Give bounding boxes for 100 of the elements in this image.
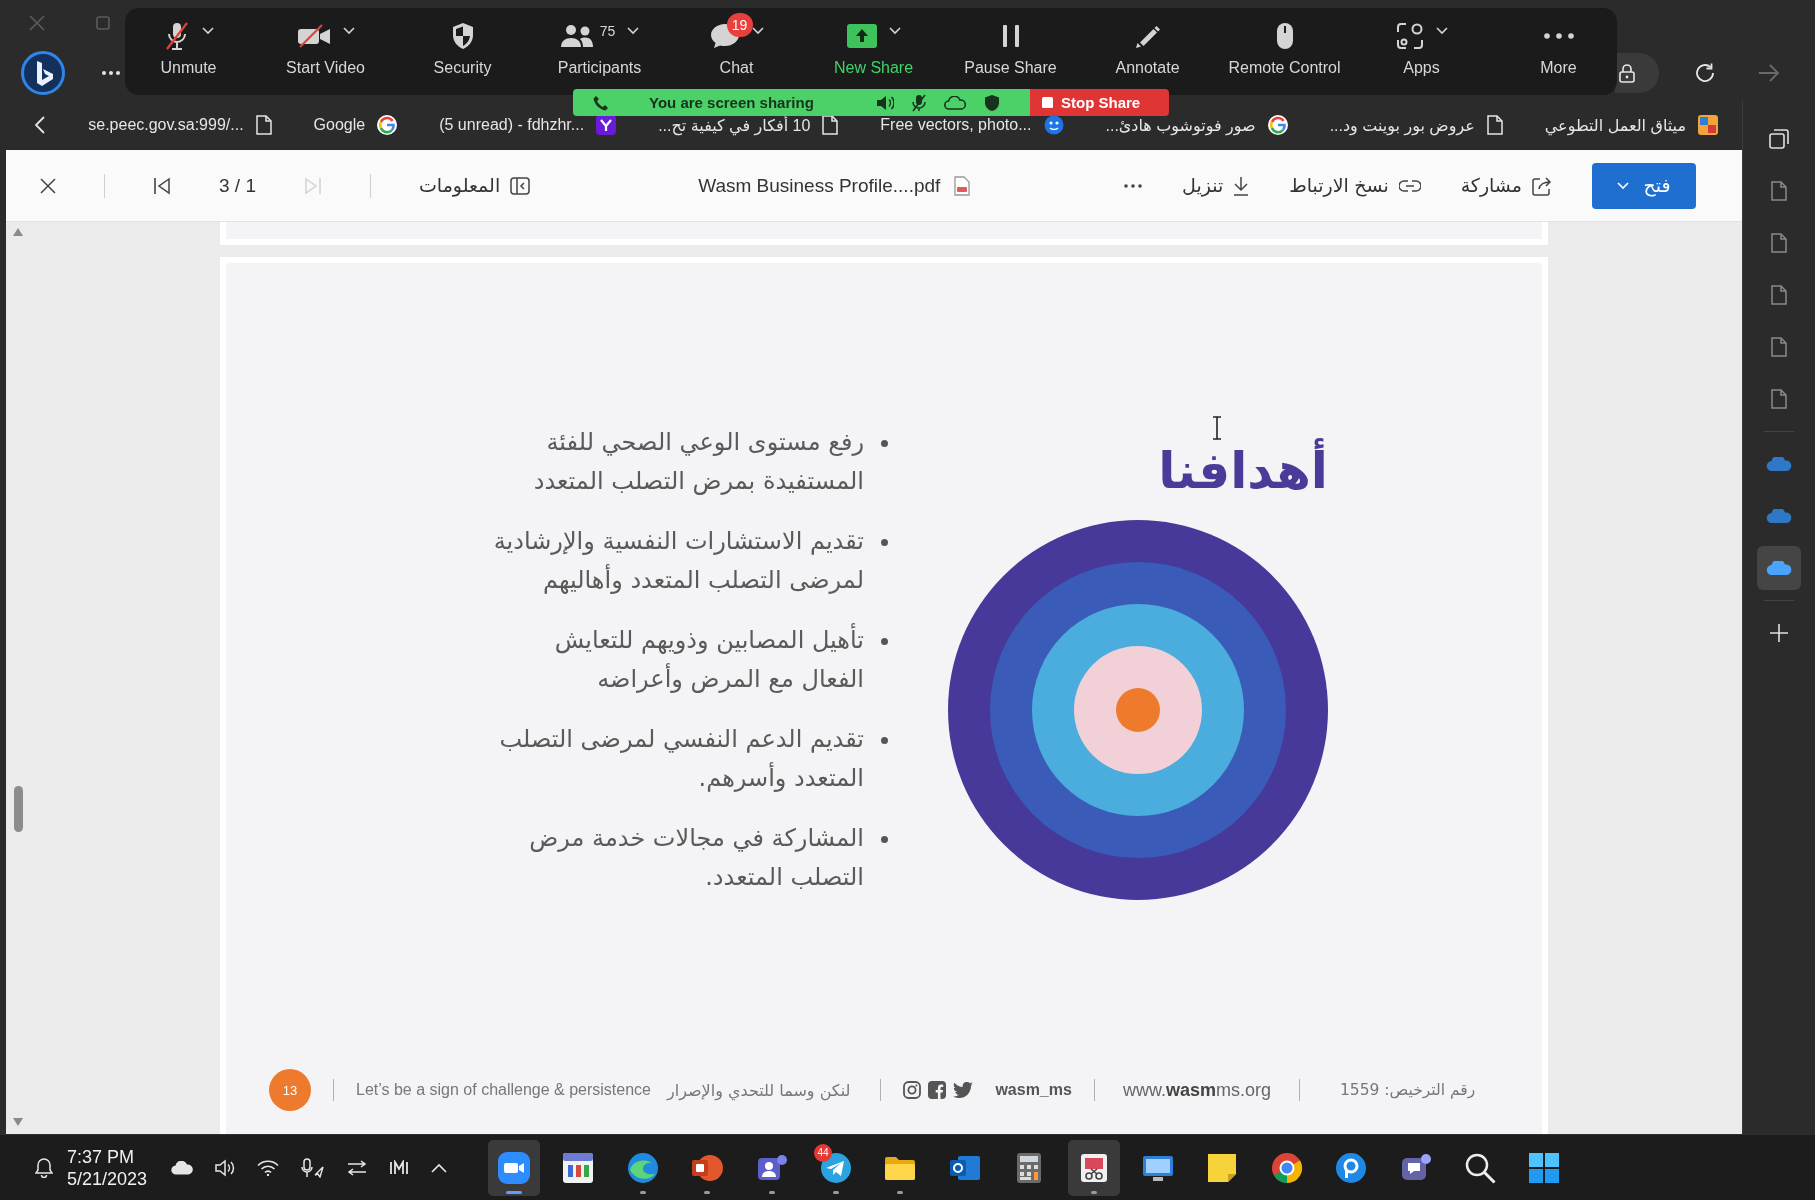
slogan-arabic: لنكن وسما للتحدي والإصرار	[667, 1080, 851, 1100]
video-camera-off-icon	[296, 24, 331, 48]
copy-link-button[interactable]: نسخ الارتباط	[1289, 174, 1421, 197]
shield-icon	[450, 22, 475, 50]
four-squares-icon[interactable]	[1527, 1150, 1562, 1185]
remote-control-button[interactable]: Remote Control	[1226, 8, 1343, 84]
bookmark-link[interactable]: se.peec.gov.sa:999/...	[88, 115, 272, 135]
cloud-icon[interactable]	[171, 1160, 194, 1175]
calendar-icon[interactable]	[561, 1150, 596, 1185]
share-icon	[1532, 175, 1552, 196]
instagram-icon	[903, 1081, 922, 1099]
refresh-icon[interactable]	[1694, 62, 1716, 84]
page-icon[interactable]	[1771, 233, 1787, 253]
address-bar[interactable]	[1615, 53, 1659, 93]
chevron-up-icon[interactable]	[431, 1162, 448, 1173]
google-icon	[1267, 115, 1288, 135]
page-icon[interactable]	[1771, 389, 1787, 409]
notification-badge: 19	[726, 13, 753, 37]
paper-plane-icon[interactable]	[819, 1150, 854, 1185]
microphone-muted-icon[interactable]	[911, 93, 926, 112]
chevron-left-icon[interactable]	[35, 116, 45, 134]
page-icon[interactable]	[1771, 337, 1787, 357]
bullet-icon	[881, 638, 888, 645]
bookmark-link[interactable]: Free vectors, photo...	[880, 115, 1064, 135]
phone-icon[interactable]	[593, 94, 609, 111]
bookmark-link[interactable]: 10 أفكار في كيفية تح...	[658, 115, 839, 135]
lock-icon	[1619, 63, 1635, 83]
stop-share-button[interactable]: Stop Share	[1030, 89, 1169, 116]
caret-icon	[1617, 181, 1630, 190]
new-share-button[interactable]: New Share	[815, 8, 932, 84]
more-icon[interactable]	[1124, 183, 1143, 188]
bookmark-link[interactable]: عروض بور بوينت ود...	[1329, 115, 1503, 135]
start-video-button[interactable]: Start Video	[267, 8, 384, 84]
sharing-status: You are screen sharing	[649, 94, 814, 111]
collections-icon[interactable]	[1769, 129, 1789, 149]
people-icon	[559, 24, 594, 48]
microphone-icon[interactable]	[301, 1157, 326, 1178]
open-button[interactable]: فتح	[1592, 162, 1696, 209]
website-url: www.wasmms.org	[1122, 1079, 1271, 1101]
apps-button[interactable]: Apps	[1363, 8, 1480, 84]
pdf-file-icon	[954, 175, 971, 196]
video-camera-icon[interactable]	[497, 1150, 532, 1185]
goal-text: تقديم الاستشارات النفسية والإرشادية لمرضى التصلب المتعدد وأهاليهم	[493, 526, 864, 596]
annotate-button[interactable]: Annotate	[1089, 8, 1206, 84]
speaker-icon[interactable]	[215, 1158, 236, 1177]
y-tile-icon	[596, 115, 617, 135]
apps-icon	[1395, 22, 1424, 50]
notification-icon[interactable]	[35, 1157, 53, 1178]
facebook-icon	[928, 1081, 947, 1099]
logo-icon[interactable]	[21, 51, 65, 95]
shield-icon[interactable]	[983, 93, 1000, 112]
text-cursor-icon	[1212, 416, 1222, 440]
google-icon	[377, 115, 398, 135]
speaker-icon[interactable]	[875, 94, 894, 111]
bookmark-link[interactable]: (5 unread) - fdhzhr...	[439, 115, 617, 135]
arrows-icon[interactable]	[347, 1159, 368, 1176]
slogan-english: Let’s be a sign of challenge & persistence	[356, 1081, 651, 1099]
site-tile-icon	[1698, 115, 1718, 135]
page-icon	[255, 115, 272, 135]
more-button[interactable]: More	[1500, 8, 1617, 84]
security-button[interactable]: Security	[404, 8, 521, 84]
bullet-icon	[881, 836, 888, 843]
link-icon	[1398, 179, 1421, 192]
goal-text: تأهيل المصابين وذويهم للتعايش الفعال مع المرض وأعراضه	[554, 621, 864, 699]
selected-tile[interactable]	[1757, 546, 1801, 590]
bookmark-link[interactable]: ميثاق العمل التطوعي	[1544, 115, 1718, 135]
bullet-icon	[881, 440, 888, 447]
bars-icon[interactable]	[389, 1159, 410, 1176]
goal-text: المشاركة في مجالات خدمة مرض التصلب المتعدد.	[529, 823, 864, 893]
download-button[interactable]: تنزيل	[1182, 174, 1250, 197]
first-page-icon[interactable]	[153, 176, 171, 195]
side-panel-icon	[510, 176, 531, 195]
close-icon[interactable]	[40, 177, 56, 194]
info-button[interactable]: المعلومات	[419, 174, 531, 197]
scroll-up-icon[interactable]	[13, 228, 23, 236]
scrollbar-thumb[interactable]	[13, 786, 23, 832]
wifi-icon[interactable]	[257, 1159, 280, 1176]
pencil-icon	[1134, 23, 1161, 49]
unmute-button[interactable]: Unmute	[130, 8, 247, 84]
swirl-icon[interactable]	[625, 1150, 660, 1185]
page-icon[interactable]	[1771, 285, 1787, 305]
bookmark-link[interactable]: Google	[313, 115, 398, 135]
file-name: Wasm Business Profile....pdf	[698, 174, 941, 197]
scroll-down-icon[interactable]	[13, 1118, 23, 1126]
page-icon[interactable]	[1771, 181, 1787, 201]
bookmark-link[interactable]: صور فوتوشوب هادئ...	[1105, 115, 1288, 135]
plus-icon[interactable]	[1770, 624, 1788, 642]
chrome-icon[interactable]	[1269, 1150, 1304, 1185]
cloud-icon[interactable]	[943, 95, 966, 110]
page-number: 13	[269, 1069, 311, 1111]
share-button[interactable]: مشاركة	[1460, 174, 1552, 197]
chat-button[interactable]: 19 Chat	[678, 8, 795, 84]
pause-share-button[interactable]: Pause Share	[952, 8, 1069, 84]
p-circle-icon[interactable]	[1334, 1150, 1369, 1185]
stop-icon	[1042, 97, 1053, 108]
more-icon[interactable]	[102, 71, 120, 75]
participants-button[interactable]: 75 Participants	[541, 8, 658, 84]
mouse-icon	[1275, 22, 1294, 50]
download-icon	[1233, 175, 1250, 196]
social-handle: wasm_ms	[995, 1081, 1072, 1099]
